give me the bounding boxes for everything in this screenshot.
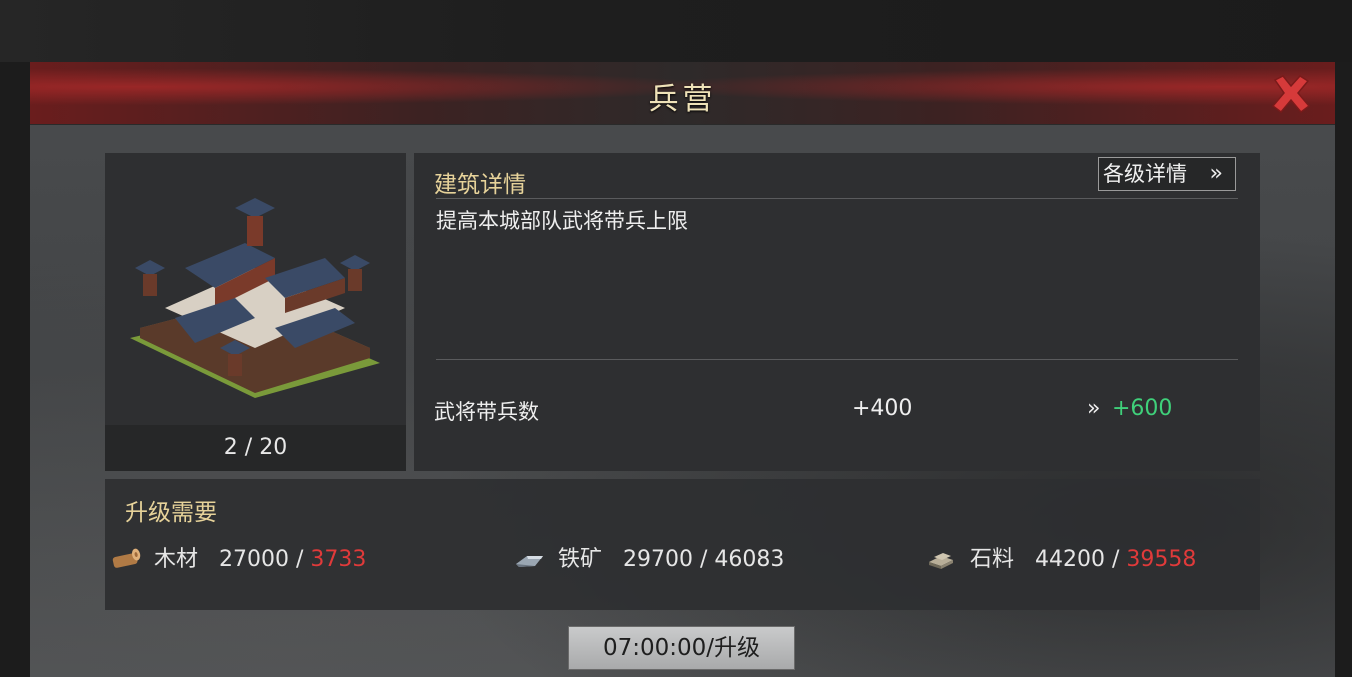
details-heading: 建筑详情 bbox=[434, 172, 526, 198]
resource-required: 29700 bbox=[623, 547, 694, 572]
background-scene bbox=[0, 0, 1352, 62]
resource-wood: 木材 27000 / 3733 bbox=[109, 541, 367, 572]
divider bbox=[436, 198, 1238, 199]
building-details-panel: 建筑详情 各级详情 » 提高本城部队武将带兵上限 武将带兵数 +400 » +6… bbox=[414, 153, 1260, 471]
resource-name: 铁矿 bbox=[558, 547, 603, 572]
stat-next-value: +600 bbox=[1112, 396, 1173, 421]
resource-name: 石料 bbox=[970, 547, 1015, 572]
close-x-icon bbox=[1271, 75, 1311, 114]
requirements-heading: 升级需要 bbox=[125, 500, 217, 526]
wood-log-icon bbox=[112, 548, 141, 568]
iron-ore-icon bbox=[516, 556, 543, 567]
building-description: 提高本城部队武将带兵上限 bbox=[436, 209, 688, 233]
resource-separator: / bbox=[1105, 547, 1127, 572]
divider bbox=[436, 359, 1238, 360]
resource-name: 木材 bbox=[154, 547, 199, 572]
resource-required: 44200 bbox=[1035, 547, 1106, 572]
resource-separator: / bbox=[693, 547, 715, 572]
double-chevron-right-icon: » bbox=[1209, 161, 1223, 186]
stat-current-value: +400 bbox=[852, 396, 913, 421]
level-details-button[interactable]: 各级详情 » bbox=[1098, 157, 1236, 191]
stat-label: 武将带兵数 bbox=[434, 400, 539, 424]
resource-stone: 石料 44200 / 39558 bbox=[925, 541, 1197, 572]
stone-icon bbox=[929, 553, 953, 569]
upgrade-button[interactable]: 07:00:00/升级 bbox=[568, 626, 795, 670]
building-preview: 2 / 20 bbox=[105, 153, 406, 471]
level-details-label: 各级详情 bbox=[1103, 162, 1187, 186]
resource-owned: 39558 bbox=[1126, 547, 1197, 572]
dialog-title-bar: 兵营 bbox=[30, 62, 1335, 125]
barracks-dialog: 兵营 2 / 20 建筑详情 各级详情 » 提高本城部队武将带兵上限 武将带兵数… bbox=[30, 62, 1335, 677]
resource-required: 27000 bbox=[219, 547, 290, 572]
close-button[interactable] bbox=[1269, 72, 1313, 116]
dialog-title: 兵营 bbox=[648, 82, 717, 117]
barracks-building-icon bbox=[130, 198, 380, 398]
upgrade-requirements-panel: 升级需要 木材 27000 / 3733 铁矿 29700 / 46083 石料… bbox=[105, 479, 1260, 610]
resource-iron: 铁矿 29700 / 46083 bbox=[513, 541, 785, 572]
building-level: 2 / 20 bbox=[105, 425, 406, 471]
resource-separator: / bbox=[289, 547, 311, 572]
resource-owned: 46083 bbox=[714, 547, 785, 572]
resource-owned: 3733 bbox=[310, 547, 367, 572]
double-chevron-right-icon: » bbox=[1087, 396, 1101, 421]
